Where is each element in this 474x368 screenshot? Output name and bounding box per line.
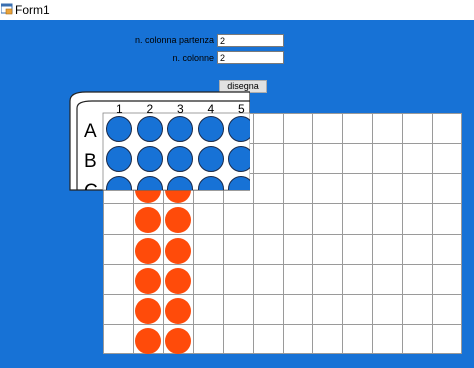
plate-well [136,176,163,190]
filled-well [165,328,191,354]
form-client-area: n. colonna partenza n. colonne disegna 1… [0,20,474,368]
plate-row-letter: B [84,151,97,172]
filled-well [165,268,191,294]
winforms-app-icon [1,3,13,15]
title-bar: Form1 [0,0,474,20]
grid-row-line [103,234,462,235]
plate-column-number: 5 [238,102,245,116]
plate-well [106,176,132,190]
plate-well [167,176,193,190]
plate-well [106,146,132,172]
filled-well [135,268,161,294]
plate-column-number: 4 [207,102,215,116]
plate-well [228,176,250,190]
plate-well [197,176,224,190]
plate-row-letter: A [84,121,97,142]
plate-well [167,146,193,172]
plate-well [228,116,250,142]
filled-well [135,207,161,233]
plate-well [106,116,132,142]
filled-well [165,238,191,264]
plate-column-number: 1 [116,102,123,116]
plate-row-letter: C [84,182,98,190]
grid-row-line [103,353,462,354]
filled-well [135,328,161,354]
filled-well [135,298,161,324]
grid-row-line [103,294,462,295]
grid-row-line [103,264,462,265]
plate-well [197,146,224,172]
plate-well [136,146,163,172]
plate-well [167,116,193,142]
window-title: Form1 [15,3,50,17]
plate-well [197,116,224,142]
plate-column-number: 3 [177,102,184,116]
grid-row-line [103,324,462,325]
plate-well [136,116,163,142]
filled-well [165,207,191,233]
plate-well [228,146,250,172]
filled-well [165,298,191,324]
plate-column-number: 2 [146,102,154,116]
filled-well [135,238,161,264]
